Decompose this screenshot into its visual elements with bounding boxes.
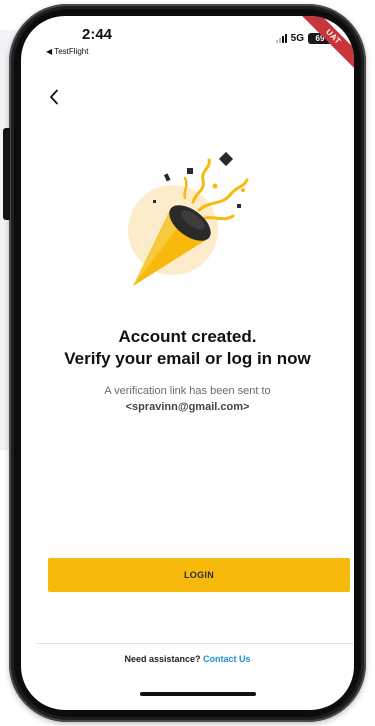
home-indicator[interactable] [140,692,256,696]
assistance-footer: Need assistance? Contact Us [21,654,354,664]
signal-icon [275,34,287,43]
status-time: 2:44 [82,26,113,43]
chevron-left-icon [50,89,58,105]
assistance-question: Need assistance? [124,654,201,664]
login-button[interactable]: LOGIN [48,558,350,592]
back-to-testflight-link[interactable]: ◀ TestFlight [46,47,88,56]
party-popper-illustration [123,150,253,290]
app-screen: 2:44 ◀ TestFlight 5G 69 UAT Account crea… [21,16,354,710]
phone-side-button [3,128,10,220]
page: 2:44 ◀ TestFlight 5G 69 UAT Account crea… [0,0,375,726]
back-button[interactable] [43,86,65,108]
title-line-1: Account created. [118,327,257,346]
network-type: 5G [290,33,304,44]
footer-divider [36,643,354,644]
verification-message: A verification link has been sent to [104,385,271,397]
title-line-2: Verify your email or log in now [64,349,311,368]
contact-us-link[interactable]: Contact Us [203,654,251,664]
page-title: Account created. Verify your email or lo… [21,326,354,370]
email-address: <spravinn@gmail.com> [125,401,250,413]
party-popper-icon [128,151,249,286]
